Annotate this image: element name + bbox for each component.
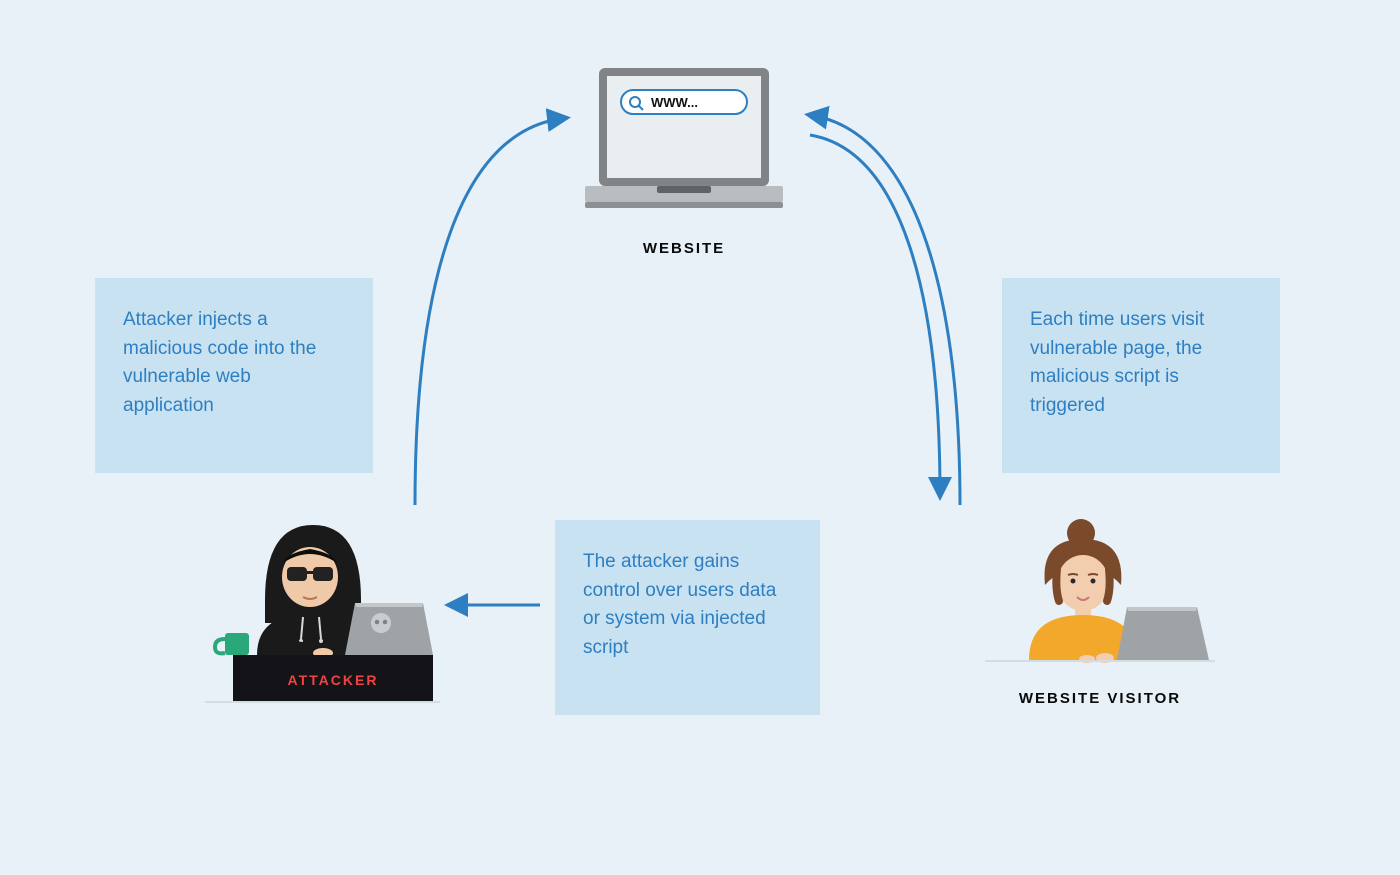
visitor-label: WEBSITE VISITOR <box>985 690 1215 707</box>
visitor-icon <box>985 515 1215 700</box>
laptop-icon: WWW... <box>575 68 793 218</box>
website-node: WWW... <box>575 68 793 223</box>
browser-url-text: WWW... <box>651 95 698 110</box>
website-label: WEBSITE <box>575 240 793 257</box>
attacker-node: ATTACKER <box>205 505 440 725</box>
attacker-desk-label: ATTACKER <box>288 672 379 688</box>
arrow-visitor-to-website <box>810 115 960 505</box>
control-description: The attacker gains control over users da… <box>555 520 820 715</box>
visitor-node <box>985 515 1215 705</box>
trigger-description: Each time users visit vulnerable page, t… <box>1002 278 1280 473</box>
arrow-attacker-to-website <box>415 118 565 505</box>
inject-description: Attacker injects a malicious code into t… <box>95 278 373 473</box>
attacker-icon: ATTACKER <box>205 505 440 720</box>
arrow-website-to-visitor <box>810 135 940 495</box>
